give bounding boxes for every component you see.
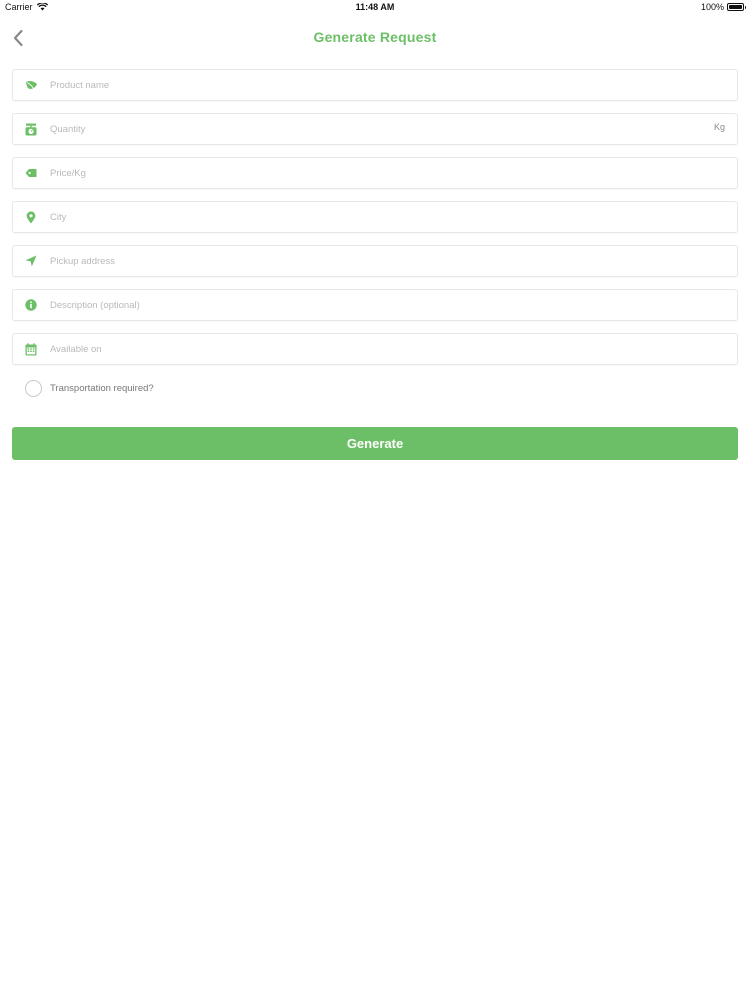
available-on-placeholder: Available on [50,343,102,355]
scale-icon [24,122,38,136]
product-name-field[interactable]: Product name [12,69,738,101]
transportation-required-label: Transportation required? [50,382,154,394]
city-field[interactable]: City [12,201,738,233]
clock: 11:48 AM [355,2,395,12]
pickup-address-placeholder: Pickup address [50,255,115,267]
map-pin-icon [24,210,38,224]
generate-button[interactable]: Generate [12,427,738,460]
navigation-bar: Generate Request [0,16,750,60]
quantity-placeholder: Quantity [50,123,86,135]
status-bar: Carrier 11:48 AM 100% [0,0,750,16]
product-name-placeholder: Product name [50,79,110,91]
quantity-field[interactable]: Quantity Kg [12,113,738,145]
description-field[interactable]: Description (optional) [12,289,738,321]
description-placeholder: Description (optional) [50,299,140,311]
battery-icon [727,3,746,11]
pickup-address-field[interactable]: Pickup address [12,245,738,277]
info-icon [24,298,38,312]
navigation-arrow-icon [24,254,38,268]
page-title: Generate Request [313,29,437,45]
price-per-kg-placeholder: Price/Kg [50,167,86,179]
city-placeholder: City [50,211,67,223]
transportation-required-toggle[interactable] [25,379,42,397]
price-per-kg-field[interactable]: Price/Kg [12,157,738,189]
battery-percentage: 100% [700,2,724,12]
available-on-field[interactable]: Available on [12,333,738,365]
quantity-unit-label: Kg [713,122,725,132]
battery-indicator: 100% [700,2,746,12]
calendar-icon [24,342,38,356]
price-tag-icon [24,166,38,180]
leaf-icon [24,78,38,92]
transportation-required-checkbox[interactable]: Transportation required? [25,379,154,397]
